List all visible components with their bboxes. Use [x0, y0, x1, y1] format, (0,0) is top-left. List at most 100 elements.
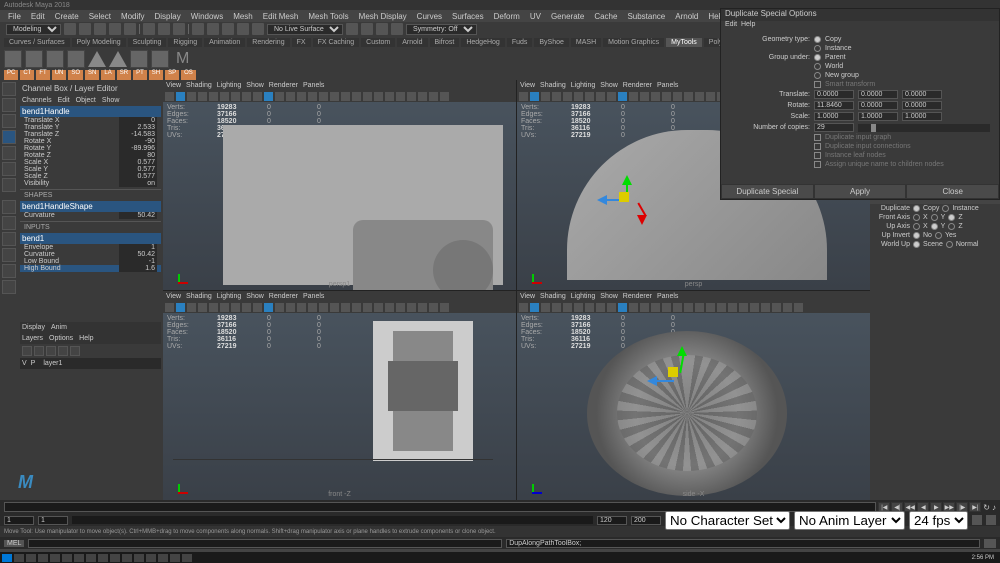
construction-history-icon[interactable] [346, 23, 358, 35]
char-set-dropdown[interactable]: No Character Set [665, 511, 790, 530]
anim-end-field[interactable] [631, 516, 661, 525]
vp-menu-renderer[interactable]: Renderer [269, 82, 298, 89]
cortana-icon[interactable] [26, 554, 36, 562]
vp-menu-shading[interactable]: Shading [540, 82, 566, 89]
menu-substance[interactable]: Substance [627, 12, 665, 21]
vp-tool-icon[interactable] [319, 303, 328, 312]
inst-leaf-check[interactable] [814, 152, 821, 159]
vp-menu-renderer[interactable]: Renderer [269, 293, 298, 300]
attr-value[interactable]: 2.533 [119, 124, 157, 131]
vp-tool-icon[interactable] [651, 92, 660, 101]
status-sp[interactable]: SP [165, 70, 179, 80]
open-scene-icon[interactable] [79, 23, 91, 35]
shelf-tab-rigging[interactable]: Rigging [168, 38, 202, 47]
input-node-name[interactable]: bend1 [20, 233, 161, 244]
grp-parent-radio[interactable] [814, 54, 821, 61]
loop-button[interactable]: ↻ [983, 503, 990, 512]
menu-display[interactable]: Display [155, 12, 181, 21]
cb-tab-channels[interactable]: Channels [22, 97, 52, 104]
vp-tool-icon[interactable] [341, 303, 350, 312]
ua-y-radio[interactable] [931, 223, 938, 230]
rx-field[interactable] [814, 101, 854, 110]
vp-tool-icon[interactable] [363, 92, 372, 101]
vp-tool-icon[interactable] [385, 303, 394, 312]
fa-y-radio[interactable] [931, 214, 938, 221]
app-icon3[interactable] [98, 554, 108, 562]
dlg-help-menu[interactable]: Help [741, 21, 755, 28]
vp-tool-icon[interactable] [541, 303, 550, 312]
vp-tool-icon[interactable] [530, 92, 539, 101]
vp-tool-icon[interactable] [242, 92, 251, 101]
vp-tool-icon[interactable] [209, 92, 218, 101]
vp-tool-icon[interactable] [242, 303, 251, 312]
vp-tool-icon[interactable] [629, 303, 638, 312]
taskview-icon[interactable] [38, 554, 48, 562]
status-la[interactable]: LA [101, 70, 114, 80]
audio-button[interactable]: ♪ [992, 503, 996, 512]
status-ct[interactable]: CT [20, 70, 34, 80]
dlg-edit-menu[interactable]: Edit [725, 21, 737, 28]
command-input[interactable] [28, 539, 502, 548]
command-result[interactable] [506, 539, 980, 548]
vp-tool-icon[interactable] [596, 303, 605, 312]
smart-xform-check[interactable] [814, 81, 821, 88]
vp-tool-icon[interactable] [275, 303, 284, 312]
shelf-tab-fx[interactable]: FX [292, 38, 311, 47]
vp-tool-icon[interactable] [585, 303, 594, 312]
vp-tool-icon[interactable] [629, 92, 638, 101]
anim-layer-dropdown[interactable]: No Anim Layer [794, 511, 905, 530]
shelf-cube5-icon[interactable] [130, 50, 148, 68]
vp-tool-icon[interactable] [706, 92, 715, 101]
vp-tool-icon[interactable] [783, 303, 792, 312]
vp-tool-icon[interactable] [530, 303, 539, 312]
snap-plane-icon[interactable] [237, 23, 249, 35]
vp-tool-icon[interactable] [220, 303, 229, 312]
ty-field[interactable] [858, 90, 898, 99]
attr-value[interactable]: 1 [119, 244, 157, 251]
snap-point-icon[interactable] [222, 23, 234, 35]
two-pane-h-icon[interactable] [2, 232, 16, 246]
shelf-tab-byshoe[interactable]: ByShoe [534, 38, 569, 47]
vp-menu-view[interactable]: View [520, 293, 535, 300]
vp-tool-icon[interactable] [198, 303, 207, 312]
attr-value[interactable]: 0.577 [119, 173, 157, 180]
menu-edit-mesh[interactable]: Edit Mesh [263, 12, 299, 21]
vp-tool-icon[interactable] [684, 92, 693, 101]
ua-x-radio[interactable] [913, 223, 920, 230]
shelf-tab-animation[interactable]: Animation [204, 38, 245, 47]
vp-tool-icon[interactable] [662, 303, 671, 312]
attr-value[interactable]: -89.996 [119, 145, 157, 152]
vp-menu-panels[interactable]: Panels [303, 293, 324, 300]
graph-editor-icon[interactable] [2, 280, 16, 294]
shelf-tab-rendering[interactable]: Rendering [247, 38, 289, 47]
status-pc[interactable]: PC [4, 70, 18, 80]
shelf-tab-curves-surfaces[interactable]: Curves / Surfaces [4, 38, 70, 47]
menu-select[interactable]: Select [89, 12, 111, 21]
vp-tool-icon[interactable] [363, 303, 372, 312]
move-tool[interactable] [2, 130, 16, 144]
ipr-render-icon[interactable] [376, 23, 388, 35]
attr-value[interactable]: on [119, 180, 157, 187]
dup-graph-check[interactable] [814, 134, 821, 141]
clock[interactable]: 2:56 PM [968, 555, 998, 561]
single-pane-icon[interactable] [2, 200, 16, 214]
vp-tool-icon[interactable] [761, 303, 770, 312]
layer-icon5[interactable] [70, 346, 80, 356]
redo-icon[interactable] [124, 23, 136, 35]
two-pane-v-icon[interactable] [2, 248, 16, 262]
four-pane-icon[interactable] [2, 216, 16, 230]
node-name[interactable]: bend1Handle [20, 106, 161, 117]
vp-menu-view[interactable]: View [166, 82, 181, 89]
vp-tool-icon[interactable] [607, 303, 616, 312]
apply-button[interactable]: Apply [814, 184, 907, 199]
ui-yes-radio[interactable] [935, 232, 942, 239]
vp-tool-icon[interactable] [275, 92, 284, 101]
vp-tool-icon[interactable] [772, 303, 781, 312]
vp-tool-icon[interactable] [541, 92, 550, 101]
snap-grid-icon[interactable] [192, 23, 204, 35]
vp-tool-icon[interactable] [374, 92, 383, 101]
app-icon2[interactable] [86, 554, 96, 562]
ua-z-radio[interactable] [948, 223, 955, 230]
vp-tool-icon[interactable] [187, 303, 196, 312]
vp-tool-icon[interactable] [574, 92, 583, 101]
